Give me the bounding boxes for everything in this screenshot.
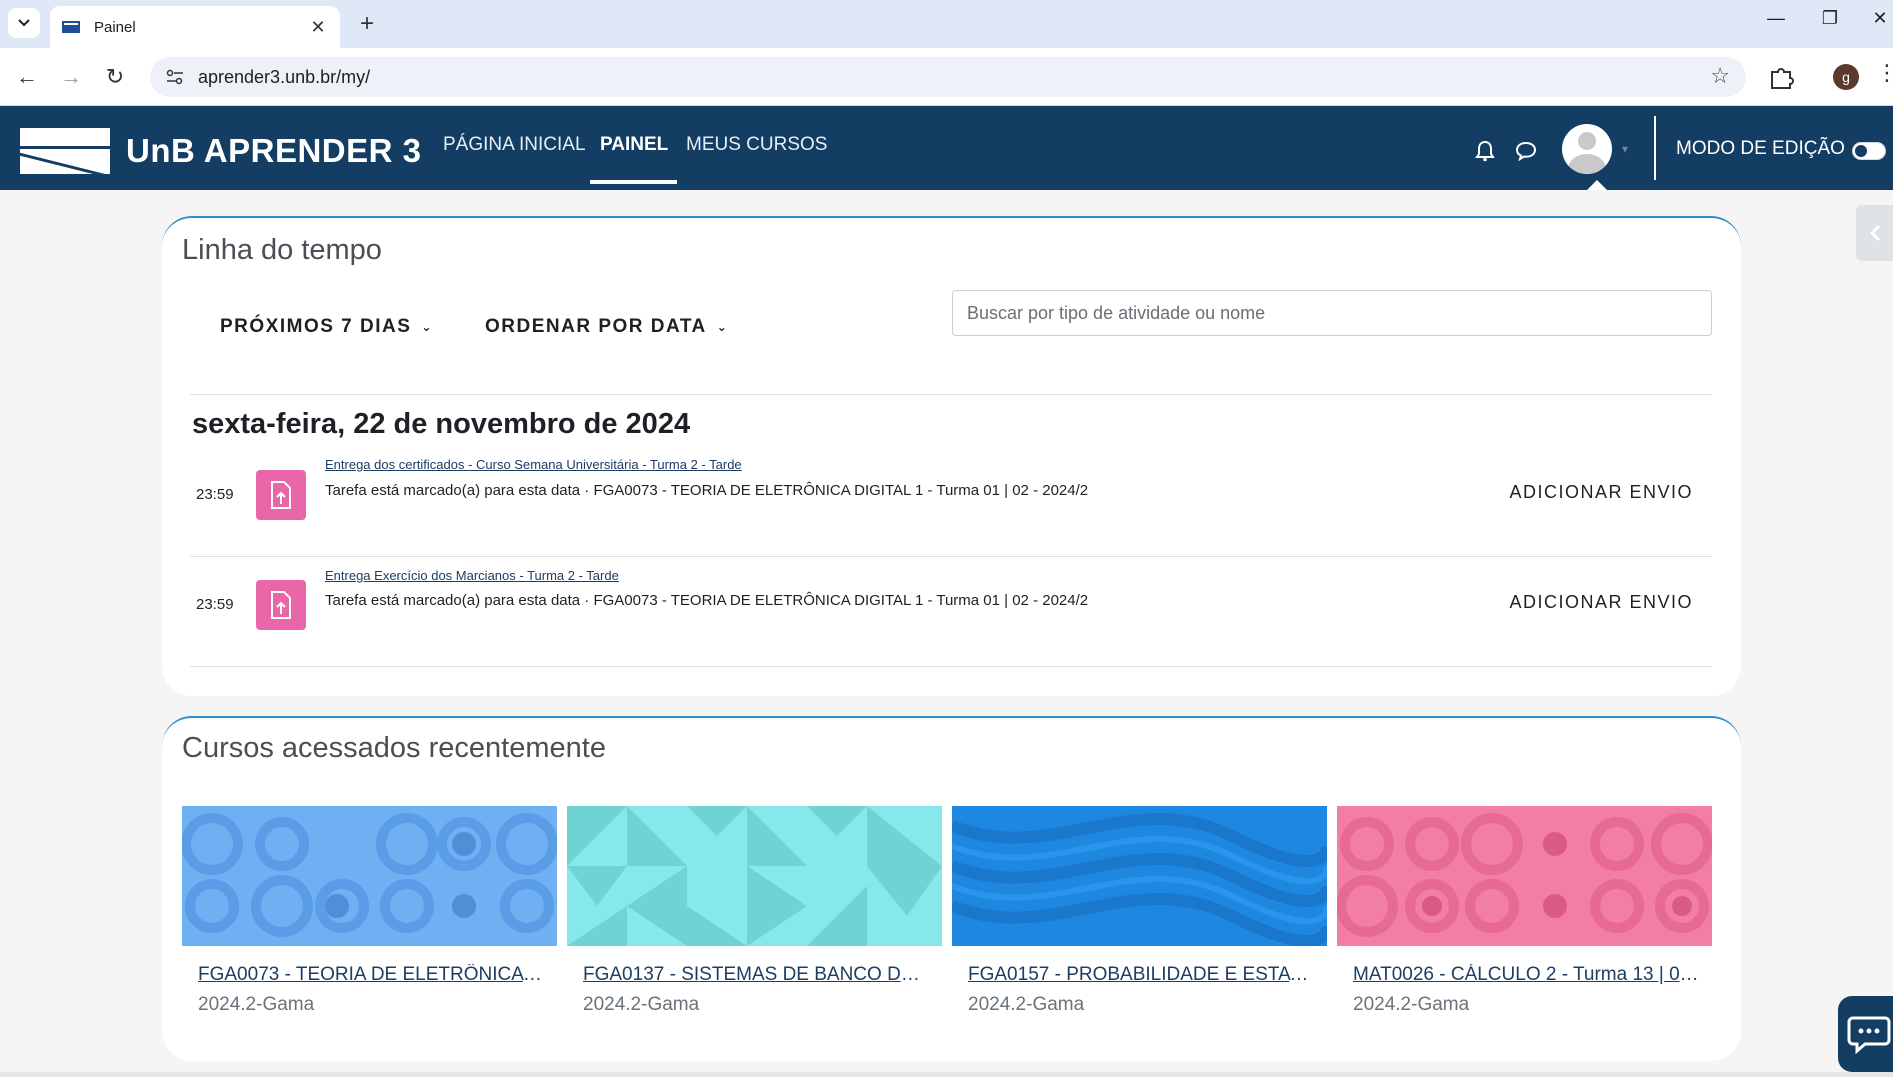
course-category: 2024.2-Gama	[968, 994, 1085, 1015]
tab-title: Painel	[94, 18, 136, 36]
course-card[interactable]: FGA0157 - PROBABILIDADE E ESTATÍST... 20…	[952, 806, 1327, 1016]
nav-my-courses[interactable]: MEUS CURSOS	[686, 134, 827, 156]
nav-home[interactable]: PÁGINA INICIAL	[443, 134, 586, 156]
course-name-link[interactable]: FGA0137 - SISTEMAS DE BANCO DE DA...	[583, 964, 931, 986]
event-title-link[interactable]: Entrega dos certificados - Curso Semana …	[325, 457, 742, 472]
chevron-down-icon: ⌄	[421, 320, 433, 334]
back-button[interactable]: ←	[12, 62, 42, 92]
event-time: 23:59	[196, 486, 234, 503]
course-name-link[interactable]: MAT0026 - CÁLCULO 2 - Turma 13 | 02 - ..…	[1353, 964, 1701, 986]
site-logo[interactable]: UnB APRENDER 3	[20, 128, 421, 174]
forward-button[interactable]: →	[56, 62, 86, 92]
toggle-knob	[1855, 145, 1867, 157]
course-card[interactable]: FGA0137 - SISTEMAS DE BANCO DE DA... 202…	[567, 806, 942, 1016]
new-tab-button[interactable]: +	[352, 10, 382, 38]
event-time: 23:59	[196, 596, 234, 613]
favicon-icon	[62, 21, 80, 33]
assignment-icon	[256, 580, 306, 630]
reload-button[interactable]: ↻	[100, 62, 130, 92]
assignment-icon	[256, 470, 306, 520]
course-image[interactable]	[567, 806, 942, 946]
timeline-block: Linha do tempo PRÓXIMOS 7 DIAS ⌄ ORDENAR…	[162, 216, 1741, 696]
user-avatar[interactable]	[1562, 124, 1612, 174]
course-name-link[interactable]: FGA0073 - TEORIA DE ELETRÔNICA DI...	[198, 964, 546, 986]
avatar-head	[1578, 132, 1596, 150]
timeline-filter-dropdown[interactable]: PRÓXIMOS 7 DIAS ⌄	[220, 316, 433, 338]
url-text: aprender3.unb.br/my/	[198, 66, 371, 87]
event-description: Tarefa está marcado(a) para esta data · …	[325, 482, 1089, 499]
course-image[interactable]	[1337, 806, 1712, 946]
chevron-left-icon	[1869, 224, 1880, 242]
extensions-icon[interactable]	[1766, 62, 1796, 92]
tab-search-button[interactable]	[8, 8, 40, 38]
browser-menu-icon[interactable]: ⋮	[1876, 60, 1893, 86]
divider	[190, 666, 1712, 667]
chat-bubble-icon	[1847, 1016, 1891, 1054]
browser-tab[interactable]: Painel ✕	[50, 6, 340, 48]
timeline-date-heading: sexta-feira, 22 de novembro de 2024	[192, 408, 691, 440]
divider	[190, 394, 1712, 395]
timeline-sort-dropdown[interactable]: ORDENAR POR DATA ⌄	[485, 316, 728, 338]
browser-tabstrip: Painel ✕ + — ❐ ✕	[0, 0, 1893, 48]
recent-courses-block: Cursos acessados recentemente FGA0073 - …	[162, 716, 1741, 1061]
restore-button[interactable]: ❐	[1810, 8, 1850, 29]
course-image[interactable]	[952, 806, 1327, 946]
browser-toolbar: ← → ↻ aprender3.unb.br/my/ ☆ g ⋮	[0, 48, 1893, 106]
avatar-body	[1568, 154, 1606, 174]
course-image[interactable]	[182, 806, 557, 946]
open-drawer-button[interactable]	[1856, 205, 1893, 261]
course-card[interactable]: FGA0073 - TEORIA DE ELETRÔNICA DI... 202…	[182, 806, 557, 1016]
chevron-down-icon: ⌄	[716, 320, 729, 334]
profile-avatar[interactable]: g	[1833, 64, 1859, 90]
course-category: 2024.2-Gama	[198, 994, 315, 1015]
event-title-link[interactable]: Entrega Exercício dos Marcianos - Turma …	[325, 568, 619, 583]
timeline-title: Linha do tempo	[182, 234, 382, 266]
navbar-divider	[1654, 116, 1656, 180]
nav-dashboard[interactable]: PAINEL	[600, 134, 668, 156]
site-navbar: UnB APRENDER 3 PÁGINA INICIAL PAINEL MEU…	[0, 106, 1893, 190]
active-nav-indicator	[590, 180, 677, 184]
user-menu-pointer	[1587, 180, 1607, 190]
user-menu-caret-icon[interactable]: ▾	[1622, 142, 1628, 156]
course-category: 2024.2-Gama	[1353, 994, 1470, 1015]
page-bottom-edge	[0, 1072, 1893, 1077]
bookmark-star-icon[interactable]: ☆	[1710, 63, 1730, 89]
messages-chat-icon[interactable]	[1514, 140, 1538, 162]
close-tab-icon[interactable]: ✕	[308, 17, 328, 38]
timeline-sort-label: ORDENAR POR DATA	[485, 316, 707, 337]
edit-mode-toggle[interactable]	[1852, 142, 1886, 160]
address-bar[interactable]: aprender3.unb.br/my/ ☆	[150, 57, 1746, 97]
edit-mode-label: MODO DE EDIÇÃO	[1676, 138, 1845, 159]
course-card[interactable]: MAT0026 - CÁLCULO 2 - Turma 13 | 02 - ..…	[1337, 806, 1712, 1016]
timeline-search-input[interactable]	[952, 290, 1712, 336]
chat-widget-button[interactable]	[1838, 996, 1893, 1072]
chevron-down-icon	[18, 19, 30, 27]
timeline-filter-label: PRÓXIMOS 7 DIAS	[220, 316, 412, 337]
event-description: Tarefa está marcado(a) para esta data · …	[325, 592, 1089, 609]
course-category: 2024.2-Gama	[583, 994, 700, 1015]
course-name-link[interactable]: FGA0157 - PROBABILIDADE E ESTATÍST...	[968, 964, 1316, 986]
minimize-button[interactable]: —	[1756, 8, 1796, 29]
add-submission-button[interactable]: ADICIONAR ENVIO	[1509, 592, 1693, 613]
unb-logo-icon	[20, 128, 110, 174]
divider	[190, 556, 1712, 557]
close-window-button[interactable]: ✕	[1860, 8, 1893, 29]
add-submission-button[interactable]: ADICIONAR ENVIO	[1509, 482, 1693, 503]
recent-courses-title: Cursos acessados recentemente	[182, 732, 606, 764]
logo-text: UnB APRENDER 3	[126, 132, 422, 169]
site-info-icon[interactable]	[164, 66, 186, 88]
notifications-bell-icon[interactable]	[1474, 140, 1496, 162]
